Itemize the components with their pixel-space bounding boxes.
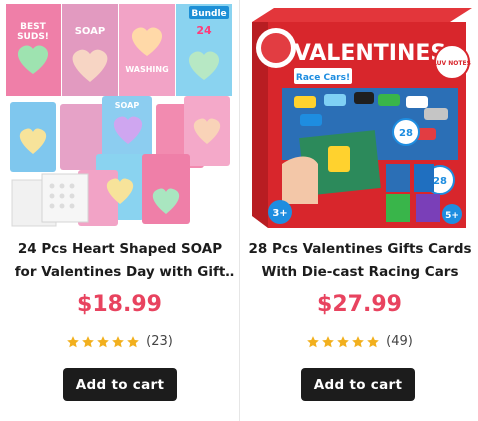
star-rating [66, 335, 140, 349]
star-icon [367, 335, 379, 347]
svg-text:5+: 5+ [445, 211, 459, 221]
product-card: VALENTINES LUV NOTES Race Cars! 28 28 3+… [240, 0, 478, 421]
star-icon [337, 335, 349, 347]
soap-bundle-illustration: Bundle BEST SUDS! SOAP WASHING 24 SOAP [6, 4, 232, 232]
product-rating: (23) [0, 334, 239, 349]
svg-text:3+: 3+ [272, 208, 287, 219]
product-title[interactable]: 28 Pcs Valentines Gifts Cards With Die-c… [246, 238, 474, 284]
star-icon [97, 335, 109, 347]
svg-text:24: 24 [196, 24, 212, 37]
product-rating: (49) [240, 334, 478, 349]
svg-text:BEST: BEST [20, 22, 46, 32]
star-icon [307, 335, 319, 347]
star-icon [82, 335, 94, 347]
svg-text:Bundle: Bundle [191, 9, 226, 19]
add-to-cart-button[interactable]: Add to cart [301, 368, 415, 401]
svg-text:WASHING: WASHING [125, 65, 168, 74]
svg-text:SOAP: SOAP [75, 26, 106, 37]
star-rating [306, 335, 380, 349]
star-icon [127, 335, 139, 347]
svg-text:28: 28 [399, 128, 413, 139]
svg-text:LUV NOTES: LUV NOTES [433, 60, 471, 67]
svg-text:Race Cars!: Race Cars! [296, 73, 350, 83]
product-image[interactable]: Bundle BEST SUDS! SOAP WASHING 24 SOAP [6, 4, 232, 232]
star-icon [322, 335, 334, 347]
svg-text:28: 28 [433, 176, 447, 187]
product-price: $27.99 [317, 292, 402, 317]
star-icon [352, 335, 364, 347]
star-icon [67, 335, 79, 347]
product-grid: Bundle BEST SUDS! SOAP WASHING 24 SOAP 2… [0, 0, 478, 421]
box-title: VALENTINES [294, 41, 447, 66]
add-to-cart-button[interactable]: Add to cart [63, 368, 177, 401]
product-title[interactable]: 24 Pcs Heart Shaped SOAP for Valentines … [6, 238, 234, 284]
review-count[interactable]: (49) [386, 334, 413, 349]
race-cars-box-illustration: VALENTINES LUV NOTES Race Cars! 28 28 3+… [246, 4, 472, 232]
review-count[interactable]: (23) [146, 334, 173, 349]
svg-text:SOAP: SOAP [115, 101, 140, 110]
star-icon [112, 335, 124, 347]
svg-text:SUDS!: SUDS! [17, 32, 49, 42]
product-card: Bundle BEST SUDS! SOAP WASHING 24 SOAP 2… [0, 0, 239, 421]
product-price: $18.99 [77, 292, 162, 317]
product-image[interactable]: VALENTINES LUV NOTES Race Cars! 28 28 3+… [246, 4, 472, 232]
